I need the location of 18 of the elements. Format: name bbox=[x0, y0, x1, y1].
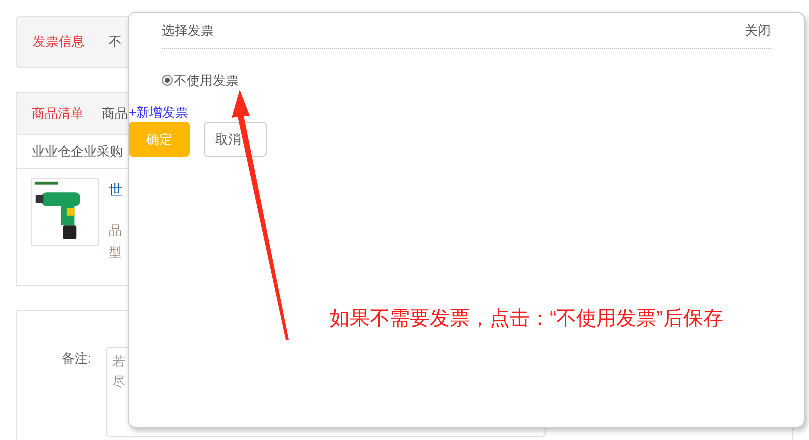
brand-label: 品 bbox=[109, 222, 123, 240]
add-invoice-link[interactable]: +新增发票 bbox=[129, 102, 189, 122]
close-button[interactable]: 关闭 bbox=[745, 20, 771, 40]
radio-button[interactable] bbox=[162, 75, 173, 86]
cancel-button[interactable]: 取消 bbox=[204, 122, 267, 157]
invoice-label: 发票信息 bbox=[33, 33, 85, 52]
placeholder-text: 尽 bbox=[112, 373, 126, 391]
model-label: 型 bbox=[109, 244, 123, 262]
invoice-value: 不 bbox=[109, 33, 122, 52]
remark-label: 备注: bbox=[62, 350, 92, 368]
annotation-text: 如果不需要发票，点击：“不使用发票”后保存 bbox=[330, 307, 724, 332]
option-label[interactable]: 不使用发票 bbox=[174, 71, 239, 90]
goods-tab[interactable]: 商品 bbox=[102, 104, 128, 124]
supplier-name: 业业仓企业采购 bbox=[32, 142, 123, 161]
goods-tab[interactable]: 商品清单 bbox=[32, 104, 84, 124]
dialog-title: 选择发票 bbox=[162, 22, 214, 40]
product-name[interactable]: 世 bbox=[109, 180, 123, 201]
placeholder-text: 若 bbox=[112, 353, 126, 371]
